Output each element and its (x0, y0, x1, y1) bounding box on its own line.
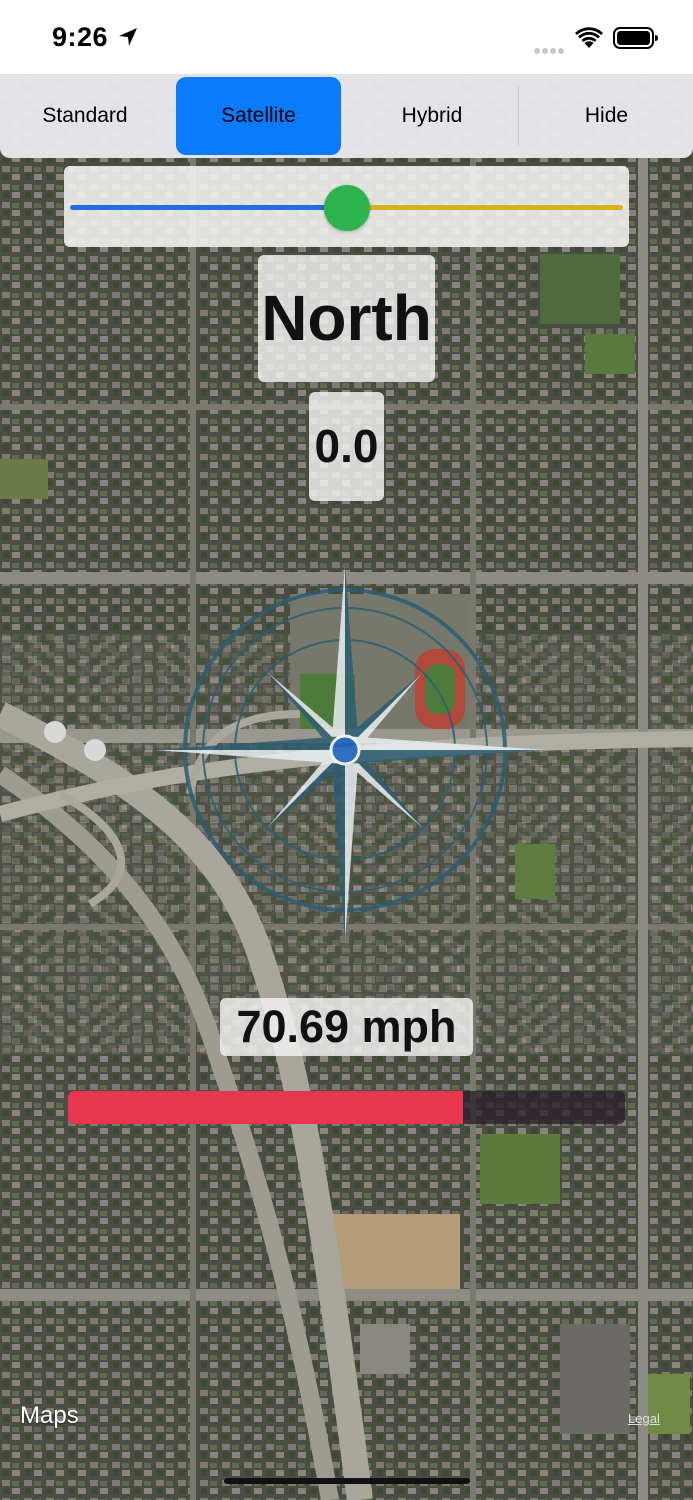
segment-hide[interactable]: Hide (520, 77, 693, 155)
battery-icon (613, 27, 658, 49)
slider-thumb[interactable] (323, 185, 370, 231)
status-time: 9:26 (52, 22, 109, 52)
heading-direction-label: North (258, 255, 435, 382)
maps-logo-text: Maps (20, 1402, 79, 1429)
cellular-signal-icon (534, 41, 566, 59)
segment-satellite[interactable]: Satellite (176, 77, 341, 155)
status-bar: 9:26 (0, 0, 693, 74)
map-type-segmented-control: Standard Satellite Hybrid Hide (0, 74, 693, 158)
map-slider (64, 166, 629, 247)
slider-max-track[interactable] (346, 205, 623, 210)
legal-link[interactable]: Legal (628, 1411, 660, 1426)
location-arrow-icon (119, 28, 137, 46)
home-indicator[interactable] (224, 1478, 470, 1484)
speed-progress-bar (68, 1091, 625, 1124)
segment-hybrid[interactable]: Hybrid (347, 77, 517, 155)
segment-divider (518, 86, 519, 146)
compass-rose-icon (155, 565, 545, 940)
apple-maps-logo: Maps (18, 1402, 79, 1430)
speed-label: 70.69 mph (220, 998, 473, 1056)
slider-min-track[interactable] (70, 205, 347, 210)
wifi-icon (575, 27, 603, 48)
heading-degrees-label: 0.0 (309, 392, 384, 501)
speed-progress-fill (68, 1091, 464, 1124)
segment-standard[interactable]: Standard (0, 77, 170, 155)
